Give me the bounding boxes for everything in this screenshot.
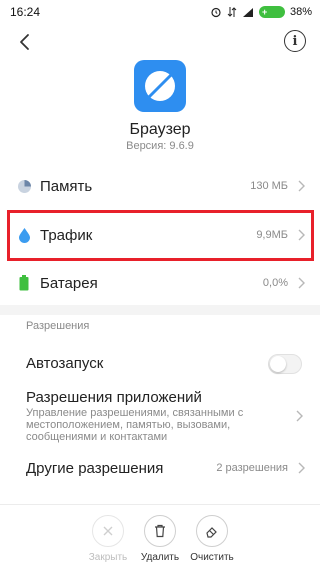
traffic-value: 9,9МБ <box>256 229 288 241</box>
clear-data-label: Очистить <box>190 552 234 563</box>
battery-usage-icon <box>16 275 32 291</box>
battery-label: Батарея <box>40 274 98 292</box>
storage-label: Память <box>40 177 93 195</box>
other-permissions-value: 2 разрешения <box>216 462 288 474</box>
section-divider <box>0 305 320 315</box>
chevron-right-icon <box>296 179 306 193</box>
traffic-label: Трафик <box>40 226 93 244</box>
close-icon <box>92 515 124 547</box>
other-permissions-label: Другие разрешения <box>26 459 164 477</box>
battery-row[interactable]: Батарея 0,0% <box>0 262 320 304</box>
other-permissions-row[interactable]: Другие разрешения 2 разрешения <box>0 452 320 484</box>
close-app-label: Закрыть <box>88 552 128 563</box>
info-icon: i <box>292 33 298 49</box>
chevron-right-icon <box>296 461 306 475</box>
app-permissions-title: Разрешения приложений <box>26 389 202 406</box>
alarm-icon <box>211 7 221 18</box>
browser-logo-icon <box>145 71 175 101</box>
storage-row[interactable]: Память 130 МБ <box>0 165 320 207</box>
app-bar: i <box>0 24 320 60</box>
app-icon <box>134 60 186 112</box>
eraser-icon <box>196 515 228 547</box>
data-transfer-icon <box>227 7 237 17</box>
status-bar: 16:24 + 38% <box>0 0 320 24</box>
status-time: 16:24 <box>10 5 41 19</box>
storage-value: 130 МБ <box>250 180 288 192</box>
permissions-section-title: Разрешения <box>26 320 90 332</box>
pie-chart-icon <box>16 178 32 194</box>
toggle-knob <box>270 356 286 372</box>
traffic-row[interactable]: Трафик 9,9МБ <box>0 212 320 258</box>
chevron-left-icon <box>20 34 29 50</box>
app-version: Версия: 9.6.9 <box>126 140 194 152</box>
clear-data-button[interactable]: Очистить <box>180 515 244 563</box>
app-name: Браузер <box>129 121 191 138</box>
status-icons: + 38% <box>210 6 312 18</box>
trash-icon <box>144 515 176 547</box>
chevron-right-icon <box>294 409 304 423</box>
back-button[interactable] <box>10 28 38 56</box>
info-button[interactable]: i <box>284 30 306 52</box>
bottom-action-bar: Закрыть Удалить Очистить <box>0 504 320 569</box>
autostart-toggle[interactable] <box>268 354 302 374</box>
water-drop-icon <box>16 227 32 243</box>
battery-icon: + <box>258 6 285 18</box>
autostart-label: Автозапуск <box>26 354 104 372</box>
app-permissions-description: Управление разрешениями, связанными с ме… <box>26 407 244 443</box>
chevron-right-icon <box>296 228 306 242</box>
chevron-right-icon <box>296 276 306 290</box>
delete-app-label: Удалить <box>140 552 180 563</box>
battery-value: 0,0% <box>262 277 288 289</box>
signal-icon <box>242 7 253 17</box>
battery-percent: 38% <box>289 6 312 18</box>
